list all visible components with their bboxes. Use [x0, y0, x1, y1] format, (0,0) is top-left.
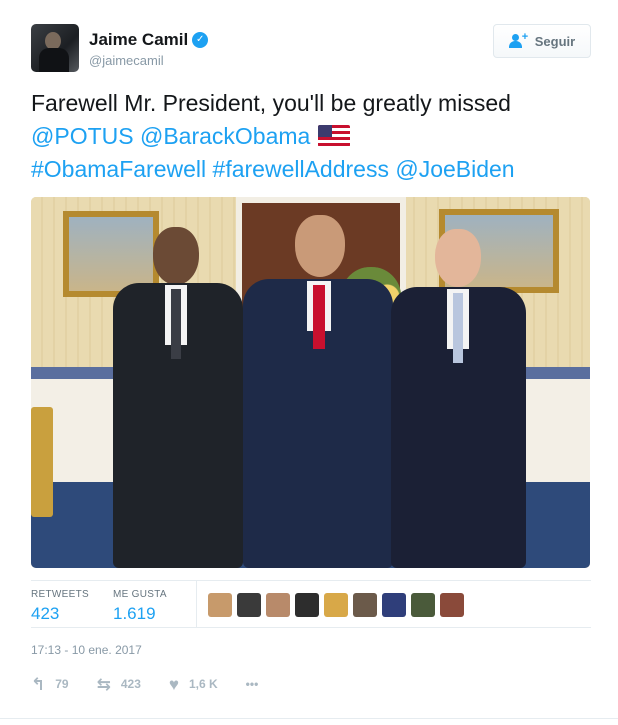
likes-label: ME GUSTA [113, 589, 167, 600]
more-button[interactable]: ••• [246, 677, 259, 691]
retweets-value: 423 [31, 604, 60, 623]
mention-potus[interactable]: @POTUS [31, 123, 134, 149]
avatar[interactable] [31, 24, 79, 72]
liker-avatar[interactable] [382, 593, 406, 617]
photo-person-right [391, 229, 526, 568]
likes-stat[interactable]: ME GUSTA 1.619 [113, 589, 167, 624]
liker-avatar[interactable] [324, 593, 348, 617]
follow-button[interactable]: + Seguir [493, 24, 591, 58]
liker-avatar[interactable] [295, 593, 319, 617]
liker-avatar[interactable] [440, 593, 464, 617]
likers-avatars [208, 593, 469, 617]
photo-person-left [113, 227, 243, 568]
liker-avatar[interactable] [237, 593, 261, 617]
follow-button-label: Seguir [534, 33, 576, 49]
photo-person-center [243, 215, 393, 568]
mention-barackobama[interactable]: @BarackObama [140, 123, 310, 149]
like-count: 1,6 K [188, 677, 218, 691]
retweets-label: RETWEETS [31, 589, 89, 600]
liker-avatar[interactable] [266, 593, 290, 617]
reply-count: 79 [55, 677, 69, 691]
avatar-body [39, 48, 69, 72]
retweet-button[interactable]: ⇆ 423 [97, 676, 141, 693]
likes-value: 1.619 [113, 604, 156, 623]
tweet-timestamp[interactable]: 17:13 - 10 ene. 2017 [31, 643, 142, 657]
tweet-header: Jaime Camil ✓ @jaimecamil + Seguir [31, 23, 591, 75]
tweet-text-line-2: @POTUS @BarackObama [31, 120, 596, 153]
reply-icon: ↰ [31, 674, 46, 694]
more-icon: ••• [245, 677, 259, 691]
liker-avatar[interactable] [353, 593, 377, 617]
mention-joebiden[interactable]: @JoeBiden [395, 156, 514, 182]
author-handle[interactable]: @jaimecamil [89, 53, 164, 68]
hashtag-obamafarewell[interactable]: #ObamaFarewell [31, 156, 206, 182]
tweet-text-line-1: Farewell Mr. President, you'll be greatl… [31, 90, 511, 116]
tweet-actions: ↰ 79 ⇆ 423 ♥ 1,6 K ••• [31, 674, 286, 694]
heart-icon: ♥ [168, 674, 179, 694]
like-button[interactable]: ♥ 1,6 K [169, 676, 218, 693]
photo-chair [31, 407, 53, 517]
tweet-text-line-3: #ObamaFarewell #farewellAddress @JoeBide… [31, 153, 596, 186]
retweet-count: 423 [120, 677, 141, 691]
add-user-icon: + [508, 31, 529, 48]
liker-avatar[interactable] [411, 593, 435, 617]
us-flag-icon [318, 125, 351, 147]
tweet-text: Farewell Mr. President, you'll be greatl… [31, 87, 596, 186]
display-name[interactable]: Jaime Camil [89, 30, 188, 50]
hashtag-farewelladdress[interactable]: #farewellAddress [213, 156, 389, 182]
bottom-divider [0, 718, 618, 719]
author-name-row[interactable]: Jaime Camil ✓ [89, 30, 209, 50]
tweet-stats: RETWEETS 423 ME GUSTA 1.619 [31, 580, 591, 628]
tweet-photo[interactable] [31, 197, 590, 568]
verified-icon: ✓ [192, 32, 209, 48]
liker-avatar[interactable] [208, 593, 232, 617]
reply-button[interactable]: ↰ 79 [31, 676, 69, 693]
retweet-icon: ⇆ [96, 674, 111, 694]
stats-divider [196, 581, 197, 627]
retweets-stat[interactable]: RETWEETS 423 [31, 589, 89, 624]
